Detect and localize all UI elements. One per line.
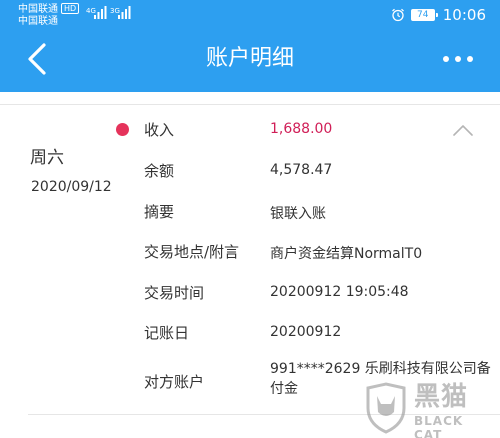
watermark-cn: 黑猫 [414,382,469,412]
row-value-balance: 4,578.47 [270,162,333,178]
row-value-summary: 银联入账 [270,206,326,222]
carrier-2: 中国联通 [18,16,58,27]
row-label-summary: 摘要 [144,203,175,221]
hd-badge: HD [61,3,80,14]
cat-logo-icon [366,382,406,434]
phone-screen: 中国联通 HD 中国联通 4G 3G 74 10:06 账户明细 周六 2020… [0,0,500,438]
carrier-1: 中国联通 HD [18,3,80,16]
row-label-posting-date: 记账日 [144,324,190,342]
row-label-income: 收入 [144,121,175,139]
row-value-time: 20200912 19:05:48 [270,284,409,300]
signal-indicators: 4G 3G [86,5,134,23]
transaction-date: 2020/09/12 [31,179,112,195]
income-dot-icon [116,123,129,136]
page-title: 账户明细 [205,46,294,71]
alarm-icon [391,8,404,22]
collapse-button[interactable] [452,122,474,136]
top-divider [0,104,500,105]
watermark-en: BLACK CAT [414,414,464,438]
row-label-location: 交易地点/附言 [144,243,240,261]
app-header: 中国联通 HD 中国联通 4G 3G 74 10:06 账户明细 [0,0,500,92]
row-value-posting-date: 20200912 [270,324,342,340]
status-time: 10:06 [442,6,486,24]
row-value-income: 1,688.00 [270,121,333,137]
signal-2-icon [118,6,131,19]
row-label-counterparty: 对方账户 [144,373,205,391]
black-cat-watermark: 黑猫 BLACK CAT [362,380,492,438]
carrier-1-name: 中国联通 [18,4,58,15]
more-button[interactable] [440,50,476,68]
more-dots-icon [443,56,473,62]
row-value-location: 商户资金结算NormalT0 [270,246,423,262]
status-right: 74 10:06 [391,6,486,24]
signal-1-icon [94,6,107,19]
chevron-up-icon [453,125,473,136]
battery-icon: 74 [410,9,438,21]
row-label-time: 交易时间 [144,284,205,302]
row-label-balance: 余额 [144,162,175,180]
status-bar: 中国联通 HD 中国联通 4G 3G 74 10:06 [0,0,500,30]
transaction-weekday: 周六 [30,148,64,168]
